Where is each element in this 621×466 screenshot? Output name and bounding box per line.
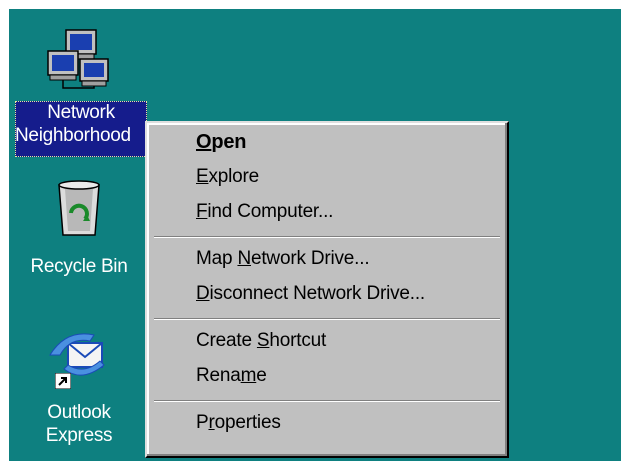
menu-item-text-post: isconnect Network Drive... (209, 283, 426, 304)
label-line-2: Neighborhood (15, 125, 131, 146)
desktop[interactable]: Network Neighborhood Recycle Bin Outlook (9, 9, 621, 461)
menu-item-text-key: E (196, 166, 209, 187)
label-line-1: Network (47, 102, 115, 123)
menu-item-text-key: m (240, 365, 257, 386)
outlook-express-label: Outlook Express (9, 401, 149, 447)
network-neighborhood-label[interactable]: Network Neighborhood (15, 101, 147, 157)
menu-item-text-post: e (256, 365, 267, 386)
menu-separator (154, 400, 500, 402)
menu-item[interactable]: Explore (147, 161, 507, 193)
shortcut-arrow-icon (55, 373, 71, 389)
menu-item[interactable]: Find Computer... (147, 196, 507, 228)
menu-item-text-post: xplore (208, 166, 260, 187)
menu-item-text-key: D (196, 283, 210, 304)
menu-separator (154, 236, 500, 238)
network-computers-icon (47, 29, 109, 89)
recycle-bin-label: Recycle Bin (30, 256, 128, 277)
menu-item-text-post: operties (214, 412, 281, 433)
menu-item[interactable]: Open (147, 126, 507, 158)
menu-separator (154, 318, 500, 320)
menu-item[interactable]: Rename (147, 360, 507, 392)
menu-item-text-pre: Create (196, 330, 257, 351)
outlook-express-shortcut[interactable]: Outlook Express (9, 319, 149, 459)
menu-item-text-pre: P (196, 412, 209, 433)
recycle-bin-shortcut[interactable]: Recycle Bin (9, 169, 149, 279)
label-line-2: Express (45, 425, 113, 446)
recycle-bin-icon (58, 180, 100, 236)
menu-item-text-pre: Rena (196, 365, 241, 386)
menu-item-text-post: ind Computer... (207, 201, 334, 222)
menu-item-text-pre: Map (196, 248, 238, 269)
menu-item-text-post: etwork Drive... (250, 248, 370, 269)
menu-item[interactable]: Map Network Drive... (147, 243, 507, 275)
menu-item[interactable]: Disconnect Network Drive... (147, 278, 507, 310)
menu-item-text-key: F (196, 201, 208, 222)
menu-item-text-key: O (196, 131, 212, 153)
menu-item-text-post: hortcut (269, 330, 327, 351)
network-neighborhood-shortcut[interactable]: Network Neighborhood (9, 9, 149, 159)
menu-item-text-key: S (256, 330, 270, 351)
label-line-1: Outlook (47, 402, 111, 423)
context-menu: Open Explore Find Computer... Map Network D… (145, 121, 509, 458)
menu-item[interactable]: Properties (147, 407, 507, 439)
menu-item[interactable]: Create Shortcut (147, 325, 507, 357)
menu-item-text-post: pen (211, 131, 247, 153)
menu-item-text-key: N (237, 248, 251, 269)
